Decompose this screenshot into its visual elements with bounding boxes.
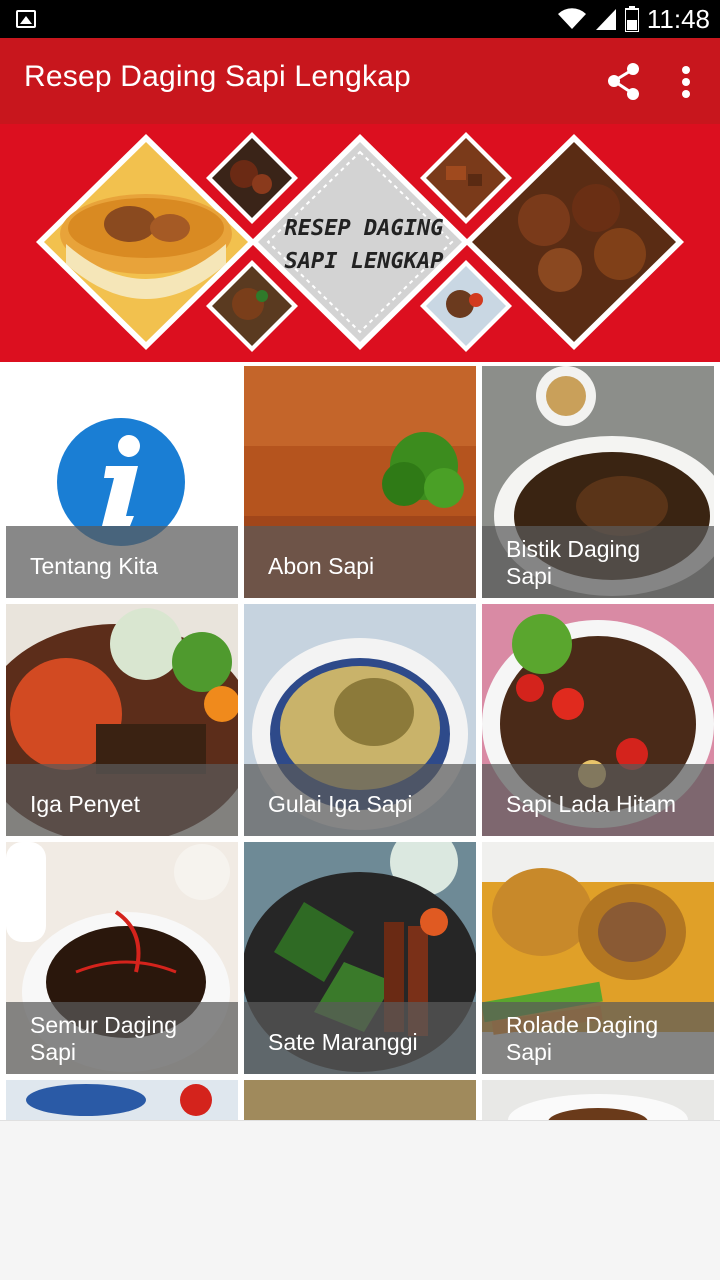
share-icon: [608, 63, 639, 100]
menu-item-label: Abon Sapi: [244, 526, 476, 598]
menu-item-gulai-iga-sapi[interactable]: Gulai Iga Sapi: [244, 604, 476, 836]
image-icon: [16, 10, 36, 28]
menu-item-partial-3[interactable]: [482, 1080, 714, 1120]
empty-content-area: [0, 1120, 720, 1280]
banner-title-line1: RESEP DAGING: [285, 216, 444, 241]
more-vert-icon: [682, 66, 690, 98]
status-bar: 11:48: [0, 0, 720, 38]
menu-item-label: Iga Penyet: [6, 764, 238, 836]
menu-grid: Tentang Kita Abon Sapi Bistik Daging Sap…: [0, 362, 720, 1120]
battery-icon: [624, 6, 639, 32]
wifi-icon: [557, 8, 586, 29]
menu-item-sate-maranggi[interactable]: Sate Maranggi: [244, 842, 476, 1074]
signal-icon: [595, 9, 616, 30]
menu-item-iga-penyet[interactable]: Iga Penyet: [6, 604, 238, 836]
header-banner: RESEP DAGING SAPI LENGKAP: [0, 124, 720, 362]
app-bar: Resep Daging Sapi Lengkap: [0, 38, 720, 124]
menu-item-label: Sapi Lada Hitam: [482, 764, 714, 836]
menu-item-label: Bistik Daging Sapi: [482, 526, 714, 598]
menu-item-rolade-daging-sapi[interactable]: Rolade Daging Sapi: [482, 842, 714, 1074]
menu-item-abon-sapi[interactable]: Abon Sapi: [244, 366, 476, 598]
menu-item-sapi-lada-hitam[interactable]: Sapi Lada Hitam: [482, 604, 714, 836]
partial-image-1: [6, 1080, 238, 1120]
status-time: 11:48: [646, 3, 710, 34]
menu-item-label: Tentang Kita: [6, 526, 238, 598]
menu-item-semur-daging-sapi[interactable]: Semur Daging Sapi: [6, 842, 238, 1074]
menu-item-partial-2[interactable]: [244, 1080, 476, 1120]
banner-title-line2: SAPI LENGKAP: [285, 249, 444, 274]
menu-item-partial-1[interactable]: [6, 1080, 238, 1120]
menu-item-bistik-daging-sapi[interactable]: Bistik Daging Sapi: [482, 366, 714, 598]
app-title: Resep Daging Sapi Lengkap: [24, 60, 411, 93]
share-button[interactable]: [602, 60, 646, 104]
menu-item-label: Gulai Iga Sapi: [244, 764, 476, 836]
menu-item-tentang-kita[interactable]: Tentang Kita: [6, 366, 238, 598]
partial-image-3: [482, 1080, 714, 1120]
menu-item-label: Rolade Daging Sapi: [482, 1002, 714, 1074]
more-options-button[interactable]: [666, 60, 706, 104]
partial-image-2: [244, 1080, 476, 1120]
banner-artwork: RESEP DAGING SAPI LENGKAP: [36, 132, 684, 352]
menu-item-label: Sate Maranggi: [244, 1002, 476, 1074]
menu-item-label: Semur Daging Sapi: [6, 1002, 238, 1074]
